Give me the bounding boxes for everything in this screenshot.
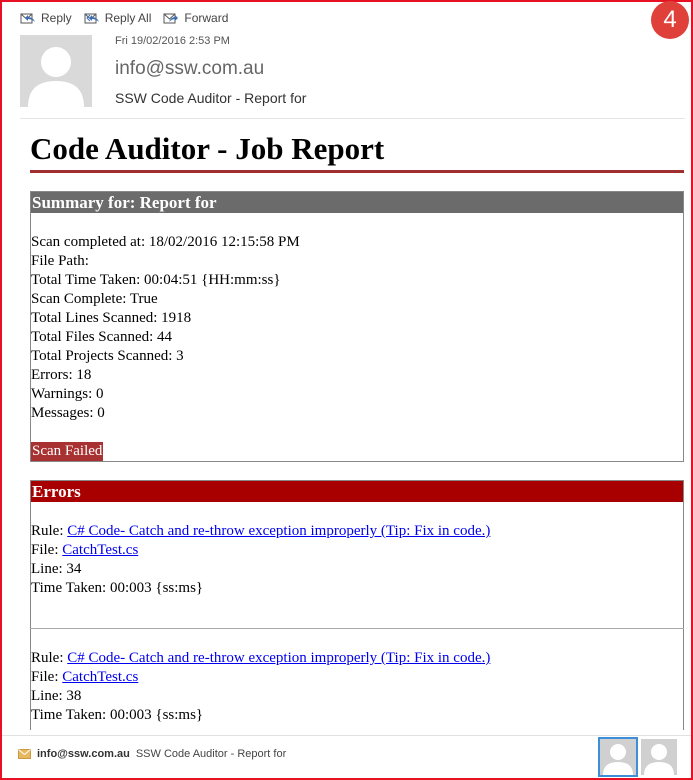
file-link[interactable]: CatchTest.cs	[62, 669, 138, 685]
file-label: File:	[31, 542, 59, 558]
error-line: Line: 34	[31, 561, 82, 577]
report-title: Code Auditor - Job Report	[30, 130, 684, 173]
reply-all-button[interactable]: Reply All	[84, 11, 152, 25]
forward-button[interactable]: Forward	[163, 11, 228, 25]
summary-line: Errors: 18	[31, 367, 92, 383]
summary-line: Scan Complete: True	[31, 291, 158, 307]
reply-icon	[20, 13, 35, 24]
message-header: Fri 19/02/2016 2:53 PM info@ssw.com.au S…	[20, 35, 685, 115]
summary-line: Total Lines Scanned: 1918	[31, 310, 192, 326]
summary-line: File Path:	[31, 253, 89, 269]
summary-line: Warnings: 0	[31, 386, 104, 402]
scan-status-badge: Scan Failed	[31, 442, 104, 461]
reply-all-label: Reply All	[104, 11, 152, 25]
error-time: Time Taken: 00:003 {ss:ms}	[31, 580, 204, 596]
error-time: Time Taken: 00:003 {ss:ms}	[31, 707, 204, 723]
errors-panel: Errors Rule: C# Code- Catch and re-throw…	[30, 480, 684, 730]
reply-button[interactable]: Reply	[20, 11, 72, 25]
contact-avatar-selected[interactable]	[598, 737, 638, 777]
reply-all-icon	[84, 13, 99, 24]
message-body: Code Auditor - Job Report Summary for: R…	[30, 130, 684, 730]
errors-heading: Errors	[31, 481, 683, 502]
sender-avatar	[20, 35, 92, 107]
rule-label: Rule:	[31, 523, 64, 539]
sender-address[interactable]: info@ssw.com.au	[115, 58, 264, 80]
step-badge: 4	[651, 1, 689, 39]
summary-line: Total Projects Scanned: 3	[31, 348, 184, 364]
summary-heading: Summary for: Report for	[31, 192, 683, 213]
message-toolbar: Reply Reply All Forward	[20, 8, 228, 28]
rule-label: Rule:	[31, 650, 64, 666]
avatar-icon	[603, 744, 633, 775]
summary-panel: Summary for: Report for Scan completed a…	[30, 191, 684, 462]
envelope-icon	[18, 749, 31, 759]
reply-label: Reply	[41, 11, 72, 25]
rule-link[interactable]: C# Code- Catch and re-throw exception im…	[67, 650, 490, 666]
footer-sender[interactable]: info@ssw.com.au	[37, 748, 130, 760]
avatar-icon	[644, 744, 674, 775]
summary-line: Messages: 0	[31, 405, 105, 421]
footer-subject: SSW Code Auditor - Report for	[135, 748, 287, 760]
people-pane: info@ssw.com.au SSW Code Auditor - Repor…	[18, 748, 286, 760]
file-label: File:	[31, 669, 59, 685]
file-link[interactable]: CatchTest.cs	[62, 542, 138, 558]
summary-line: Total Files Scanned: 44	[31, 329, 173, 345]
summary-body: Scan completed at: 18/02/2016 12:15:58 P…	[31, 213, 683, 461]
avatar-icon	[28, 47, 84, 107]
summary-line: Total Time Taken: 00:04:51 {HH:mm:ss}	[31, 272, 281, 288]
summary-line: Scan completed at: 18/02/2016 12:15:58 P…	[31, 234, 300, 250]
forward-label: Forward	[184, 11, 229, 25]
header-divider	[20, 118, 685, 119]
contact-avatar[interactable]	[641, 739, 677, 775]
error-item: Rule: C# Code- Catch and re-throw except…	[31, 629, 683, 730]
message-subject: SSW Code Auditor - Report for	[115, 90, 307, 106]
rule-link[interactable]: C# Code- Catch and re-throw exception im…	[67, 523, 490, 539]
footer-divider	[2, 735, 691, 736]
error-item: Rule: C# Code- Catch and re-throw except…	[31, 502, 683, 628]
message-date: Fri 19/02/2016 2:53 PM	[115, 35, 230, 47]
forward-icon	[163, 13, 179, 24]
error-line: Line: 38	[31, 688, 82, 704]
